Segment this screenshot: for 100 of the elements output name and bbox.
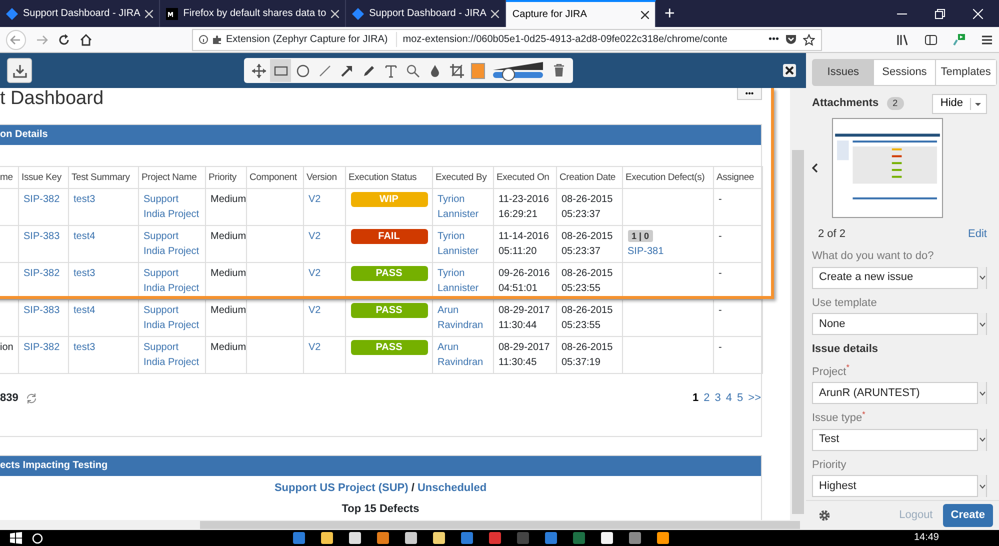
table-cell: Medium	[205, 336, 246, 374]
diamond-icon	[352, 8, 364, 20]
project-link[interactable]: Support US Project (SUP)	[274, 482, 408, 494]
table-cell: 08-29-2017 11:30:45	[493, 336, 556, 374]
close-icon[interactable]	[641, 10, 650, 18]
rectangle-tool-button[interactable]	[270, 59, 291, 82]
app-icon[interactable]	[349, 532, 361, 544]
sidebar-tab[interactable]: Issues	[813, 60, 874, 84]
close-button[interactable]	[783, 64, 796, 77]
app-icon[interactable]	[601, 532, 613, 544]
field-label: Project$^{*}$	[812, 364, 850, 380]
select-field[interactable]: Test	[812, 428, 987, 450]
sidebar-icon[interactable]	[925, 34, 937, 46]
page-title: t Dashboard	[0, 89, 104, 108]
table-cell: -	[713, 300, 762, 336]
app-icon[interactable]	[433, 532, 445, 544]
status-label: PASS	[350, 303, 428, 318]
hide-button[interactable]: Hide	[932, 94, 987, 114]
stroke-size-slider[interactable]	[493, 60, 543, 80]
defect-count: 1 | 0	[628, 230, 654, 242]
column-header: Project Name	[138, 166, 205, 188]
app-icon[interactable]	[657, 532, 669, 544]
refresh-icon[interactable]	[26, 392, 38, 404]
page-link[interactable]: >>	[748, 390, 761, 406]
more-button[interactable]: •••	[737, 88, 762, 100]
table-cell: Medium	[205, 226, 246, 262]
horizontal-scrollbar[interactable]	[0, 520, 806, 530]
star-icon[interactable]	[803, 34, 815, 46]
restore-icon[interactable]	[935, 8, 945, 18]
reload-icon[interactable]	[58, 34, 70, 46]
column-header: Priority	[205, 166, 246, 188]
column-header: Version	[303, 166, 345, 188]
page-link[interactable]: 5	[737, 390, 744, 406]
page-link[interactable]: 2	[704, 390, 710, 406]
search-icon[interactable]	[32, 532, 43, 544]
select-field[interactable]: None	[812, 313, 987, 335]
separator-text: /	[411, 482, 414, 494]
table-cell: 08-26-2015 05:23:37	[556, 226, 622, 262]
library-icon[interactable]	[897, 34, 909, 46]
line-icon	[318, 64, 332, 78]
browser-tab[interactable]: Capture for JIRA	[506, 0, 656, 27]
table-cell: 09-26-2016 04:51:01	[493, 262, 556, 300]
screenshot-thumbnail-drawing[interactable]	[832, 118, 943, 218]
page-link[interactable]: 4	[726, 390, 732, 406]
table-cell: Medium	[205, 188, 246, 226]
settings-icon[interactable]	[818, 509, 831, 522]
windows-logo-icon[interactable]	[10, 532, 22, 544]
select-field[interactable]: ArunR (ARUNTEST)	[812, 382, 987, 404]
status-label: FAIL	[350, 229, 428, 244]
attachment-position: 2 of 2	[818, 226, 846, 242]
column-header: Issue Key	[18, 166, 68, 188]
table-cell: Medium	[205, 300, 246, 336]
pocket-icon[interactable]	[785, 34, 797, 45]
diamond-icon	[6, 8, 18, 20]
panel-header: on Details	[0, 125, 761, 145]
home-icon[interactable]	[80, 34, 92, 46]
table-cell: -	[713, 188, 762, 226]
table-cell: 08-26-2015 05:23:55	[556, 300, 622, 336]
download-icon	[12, 64, 26, 78]
column-header: Execution Status	[345, 166, 432, 188]
table-cell: -	[713, 226, 762, 262]
version-link[interactable]: Unscheduled	[417, 482, 487, 494]
vertical-scrollbar[interactable]	[790, 88, 806, 520]
table-cell: 08-26-2015 05:37:19	[556, 336, 622, 374]
chevron-left-icon[interactable]	[812, 162, 818, 172]
defect-link[interactable]: SIP-381	[628, 244, 708, 259]
column-header: Executed By	[432, 166, 493, 188]
select-field[interactable]: Create a new issue	[812, 266, 987, 288]
app-icon[interactable]	[405, 532, 417, 544]
back-icon[interactable]	[6, 30, 26, 50]
caret-icon	[978, 484, 986, 488]
page-link[interactable]: 1	[692, 390, 699, 406]
edit-link[interactable]: Edit	[968, 226, 987, 242]
defects-subtitle: Top 15 Defects	[340, 502, 420, 516]
app-icon[interactable]	[321, 532, 333, 544]
column-header: Assignee	[713, 166, 762, 188]
download-button[interactable]	[7, 58, 32, 83]
table-cell: ion	[0, 336, 18, 374]
new-tab-button[interactable]: +	[656, 0, 683, 27]
status-label: PASS	[350, 340, 428, 355]
caret-icon	[978, 275, 986, 280]
extension-icon[interactable]	[953, 34, 965, 46]
field-label: Issue type$^{*}$	[812, 410, 866, 426]
page-link[interactable]: 3	[714, 390, 721, 406]
status-label: PASS	[350, 266, 428, 281]
attachments-title: Attachments	[812, 96, 879, 112]
address-bar[interactable]: Extension (Zephyr Capture for JIRA) moz-extension://060b05e1-0d25-4913-a2d8-09fe022c318e/chrome/conte •••	[192, 28, 822, 50]
section-heading: Issue details	[812, 342, 880, 357]
menu-icon[interactable]	[981, 34, 993, 46]
magnifier-icon	[406, 64, 420, 78]
crop-icon	[450, 64, 464, 78]
color-swatch[interactable]	[471, 62, 485, 78]
caret-icon	[978, 437, 986, 442]
field-label: Priority	[812, 458, 848, 472]
count-badge: 2	[886, 96, 904, 110]
select-field[interactable]: Highest	[812, 475, 987, 497]
caret-icon	[978, 322, 986, 326]
create-button[interactable]: Create	[942, 504, 993, 527]
page-actions-button[interactable]: •••	[768, 32, 779, 47]
table-cell: 11-14-2016 05:11:20	[493, 226, 556, 262]
